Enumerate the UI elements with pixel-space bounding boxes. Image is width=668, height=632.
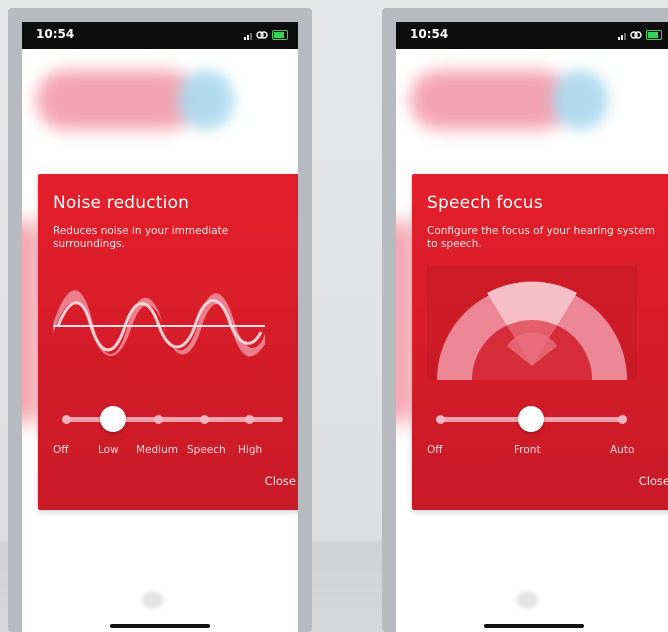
card-description: Configure the focus of your hearing syst…: [427, 225, 655, 250]
status-bar: 10:54: [396, 22, 668, 49]
card-description: Reduces noise in your immediate surround…: [53, 225, 229, 250]
close-button[interactable]: Close: [639, 474, 668, 488]
speech-focus-slider-thumb[interactable]: [518, 406, 544, 432]
status-icons: [244, 30, 288, 40]
speech-focus-card: Speech focus Configure the focus of your…: [412, 174, 668, 510]
faded-tab-icon: [516, 592, 538, 608]
link-icon: [256, 31, 268, 39]
slider-stop-high[interactable]: [245, 415, 254, 424]
slider-label-medium: Medium: [136, 444, 178, 456]
slider-label-auto: Auto: [610, 444, 635, 456]
speech-focus-fan-icon: [427, 266, 637, 380]
slider-label-off: Off: [427, 444, 443, 456]
close-button[interactable]: Close: [265, 474, 296, 488]
signal-icon: [244, 30, 252, 40]
slider-stop-off[interactable]: [62, 415, 71, 424]
slider-stop-auto[interactable]: [618, 415, 627, 424]
right-phone-frame: 10:54 Speech focus Configure the focus o…: [382, 8, 668, 632]
card-title: Noise reduction: [53, 193, 190, 213]
status-bar: 10:54: [22, 22, 298, 49]
slider-label-low: Low: [98, 444, 119, 456]
noise-level-slider-thumb[interactable]: [100, 406, 126, 432]
faded-tab-icon: [142, 592, 164, 608]
battery-charging-icon: [646, 30, 662, 40]
noise-reduction-card: Noise reduction Reduces noise in your im…: [38, 174, 298, 510]
home-indicator: [110, 624, 210, 628]
slider-stop-medium[interactable]: [154, 415, 163, 424]
slider-stop-off[interactable]: [436, 415, 445, 424]
noise-wave-icon: [53, 290, 265, 357]
battery-charging-icon: [272, 30, 288, 40]
blurred-device-image-accent: [552, 70, 608, 130]
left-phone-screen: 10:54 Noise reduction Reduces noise in y…: [22, 22, 298, 632]
signal-icon: [618, 30, 626, 40]
blurred-device-image: [36, 70, 196, 130]
card-title: Speech focus: [427, 193, 543, 213]
status-time: 10:54: [36, 27, 75, 41]
left-phone-frame: 10:54 Noise reduction Reduces noise in y…: [8, 8, 312, 632]
slider-label-high: High: [238, 444, 263, 456]
home-indicator: [484, 624, 584, 628]
status-time: 10:54: [410, 27, 449, 41]
slider-label-off: Off: [53, 444, 69, 456]
slider-stop-speech[interactable]: [200, 415, 209, 424]
link-icon: [630, 31, 642, 39]
slider-label-speech: Speech: [187, 444, 226, 456]
status-icons: [618, 30, 662, 40]
right-phone-screen: 10:54 Speech focus Configure the focus o…: [396, 22, 668, 632]
blurred-device-image: [410, 70, 570, 130]
slider-label-front: Front: [514, 444, 541, 456]
blurred-device-image-accent: [178, 70, 234, 130]
